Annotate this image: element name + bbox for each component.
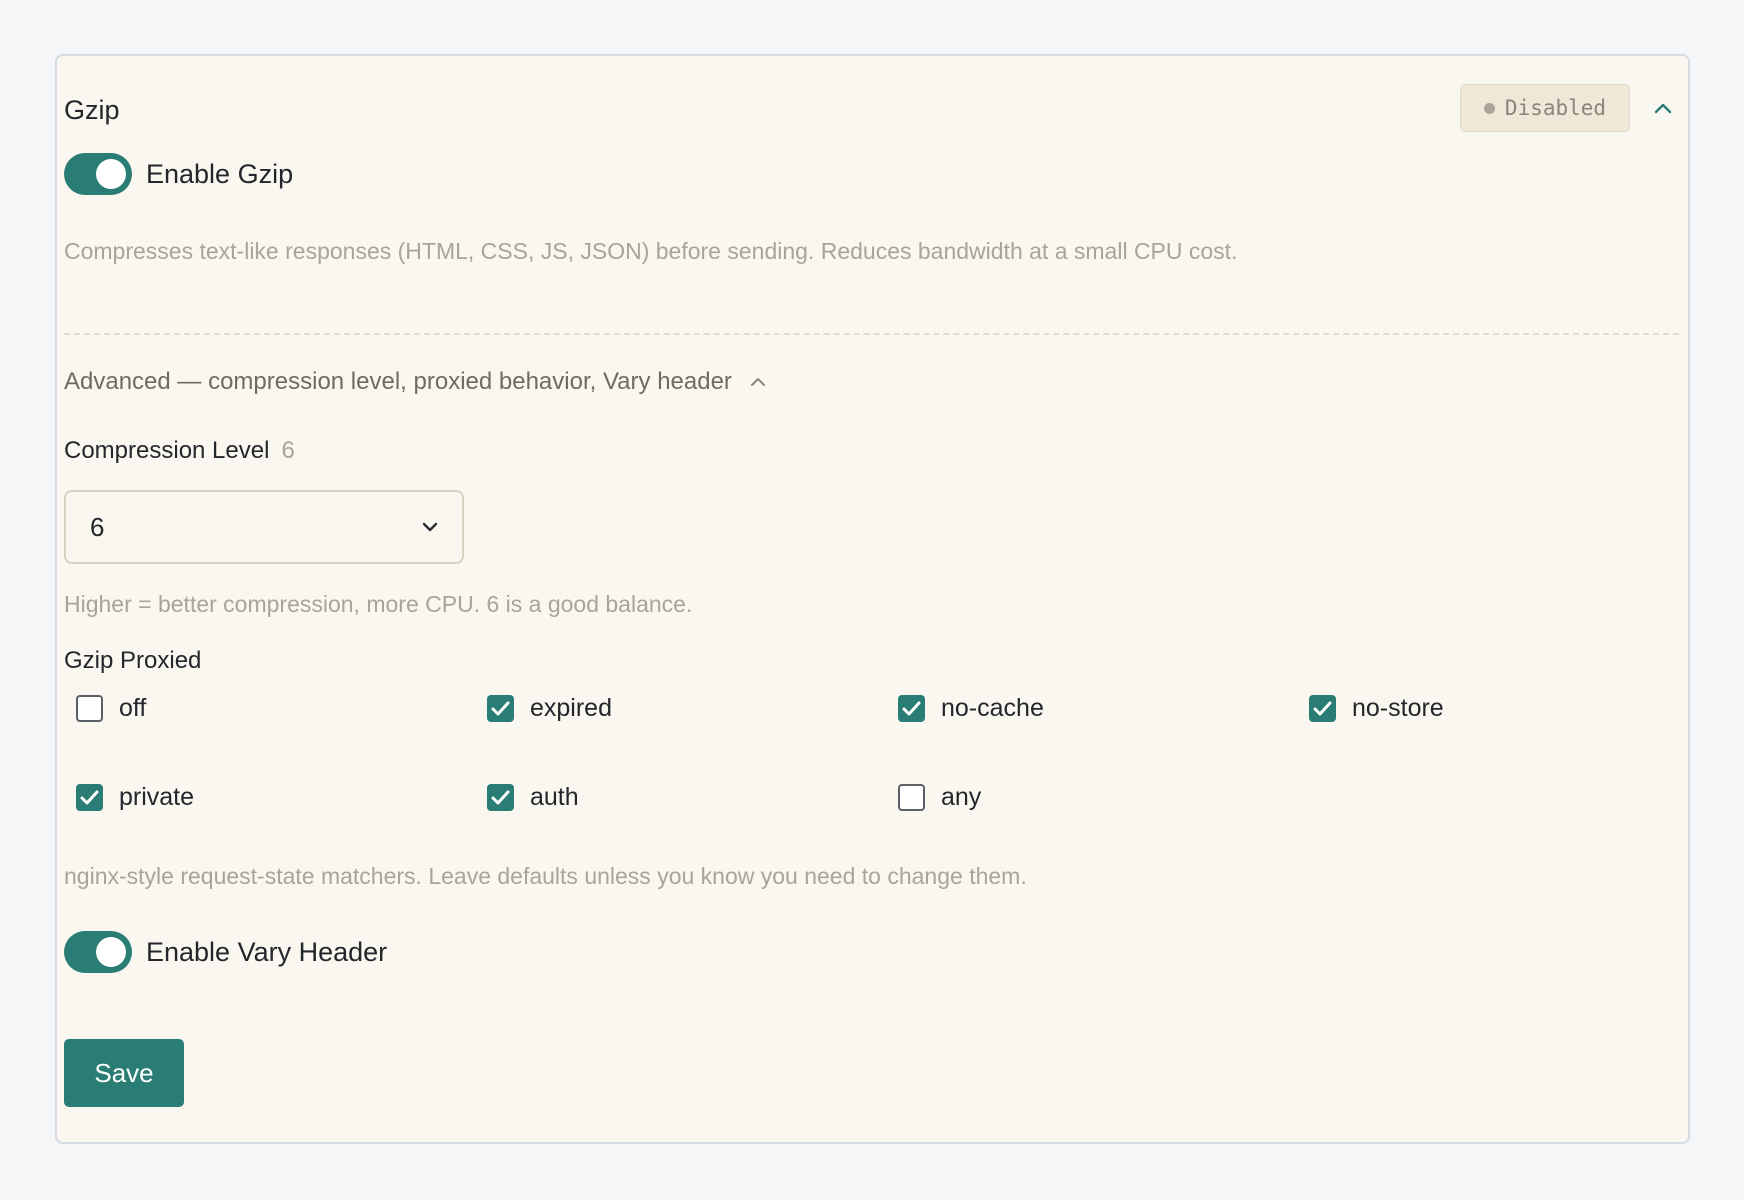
chevron-up-icon: [750, 378, 765, 386]
chevron-up-icon: [1654, 103, 1672, 114]
gzip-description: Compresses text-like responses (HTML, CS…: [64, 238, 1238, 264]
status-badge: Disabled: [1460, 84, 1630, 132]
gzip-proxied-option[interactable]: expired: [487, 691, 612, 725]
gzip-proxied-option-label: off: [119, 694, 147, 722]
gzip-settings-panel: Gzip Disabled Enable Gzip Compresses tex…: [55, 54, 1690, 1144]
checkbox-unchecked-icon[interactable]: [76, 694, 103, 722]
status-dot-icon: [1483, 102, 1495, 114]
gzip-proxied-option-label: private: [119, 783, 195, 811]
gzip-proxied-option-label: no-cache: [941, 694, 1044, 722]
checkbox-checked-icon[interactable]: [487, 694, 514, 722]
gzip-proxied-option-label: expired: [530, 694, 612, 722]
chevron-down-icon: [422, 522, 438, 532]
toggle-knob: [96, 937, 126, 967]
checkbox-unchecked-icon[interactable]: [898, 783, 925, 811]
enable-gzip-label: Enable Gzip: [146, 159, 294, 189]
check-icon: [491, 701, 510, 715]
gzip-proxied-option-label: auth: [530, 783, 579, 811]
compression-level-select[interactable]: 6: [64, 490, 464, 564]
check-icon: [80, 790, 99, 804]
enable-vary-header-toggle[interactable]: [64, 931, 132, 973]
advanced-section-label: Advanced — compression level, proxied be…: [64, 368, 732, 395]
gzip-proxied-option[interactable]: no-cache: [898, 691, 1044, 725]
status-badge-label: Disabled: [1504, 96, 1607, 120]
gzip-proxied-option-label: any: [941, 783, 982, 811]
gzip-proxied-option-label: no-store: [1352, 694, 1444, 722]
checkbox-checked-icon[interactable]: [76, 783, 103, 811]
gzip-proxied-option[interactable]: auth: [487, 780, 579, 814]
compression-level-current: 6: [281, 437, 295, 464]
gzip-proxied-help: nginx-style request-state matchers. Leav…: [64, 863, 1027, 889]
advanced-section-toggle[interactable]: Advanced — compression level, proxied be…: [64, 366, 766, 398]
compression-level-help: Higher = better compression, more CPU. 6…: [64, 591, 693, 617]
check-icon: [491, 790, 510, 804]
section-divider: [64, 333, 1679, 335]
toggle-knob: [96, 159, 126, 189]
checkbox-checked-icon[interactable]: [898, 694, 925, 722]
gzip-proxied-label: Gzip Proxied: [64, 647, 202, 674]
checkbox-checked-icon[interactable]: [1309, 694, 1336, 722]
checkbox-checked-icon[interactable]: [487, 783, 514, 811]
collapse-panel-button[interactable]: [1649, 94, 1677, 122]
compression-level-label: Compression Level 6: [64, 435, 295, 467]
save-button[interactable]: Save: [64, 1039, 184, 1107]
panel-title: Gzip: [64, 95, 120, 125]
enable-gzip-toggle[interactable]: [64, 153, 132, 195]
gzip-proxied-option[interactable]: no-store: [1309, 691, 1444, 725]
gzip-proxied-option[interactable]: private: [76, 780, 194, 814]
compression-level-title: Compression Level: [64, 437, 270, 464]
check-icon: [1313, 701, 1332, 715]
compression-level-value: 6: [90, 511, 105, 542]
check-icon: [902, 701, 921, 715]
gzip-proxied-option[interactable]: any: [898, 780, 981, 814]
gzip-proxied-option[interactable]: off: [76, 691, 146, 725]
enable-vary-header-label: Enable Vary Header: [146, 937, 388, 967]
